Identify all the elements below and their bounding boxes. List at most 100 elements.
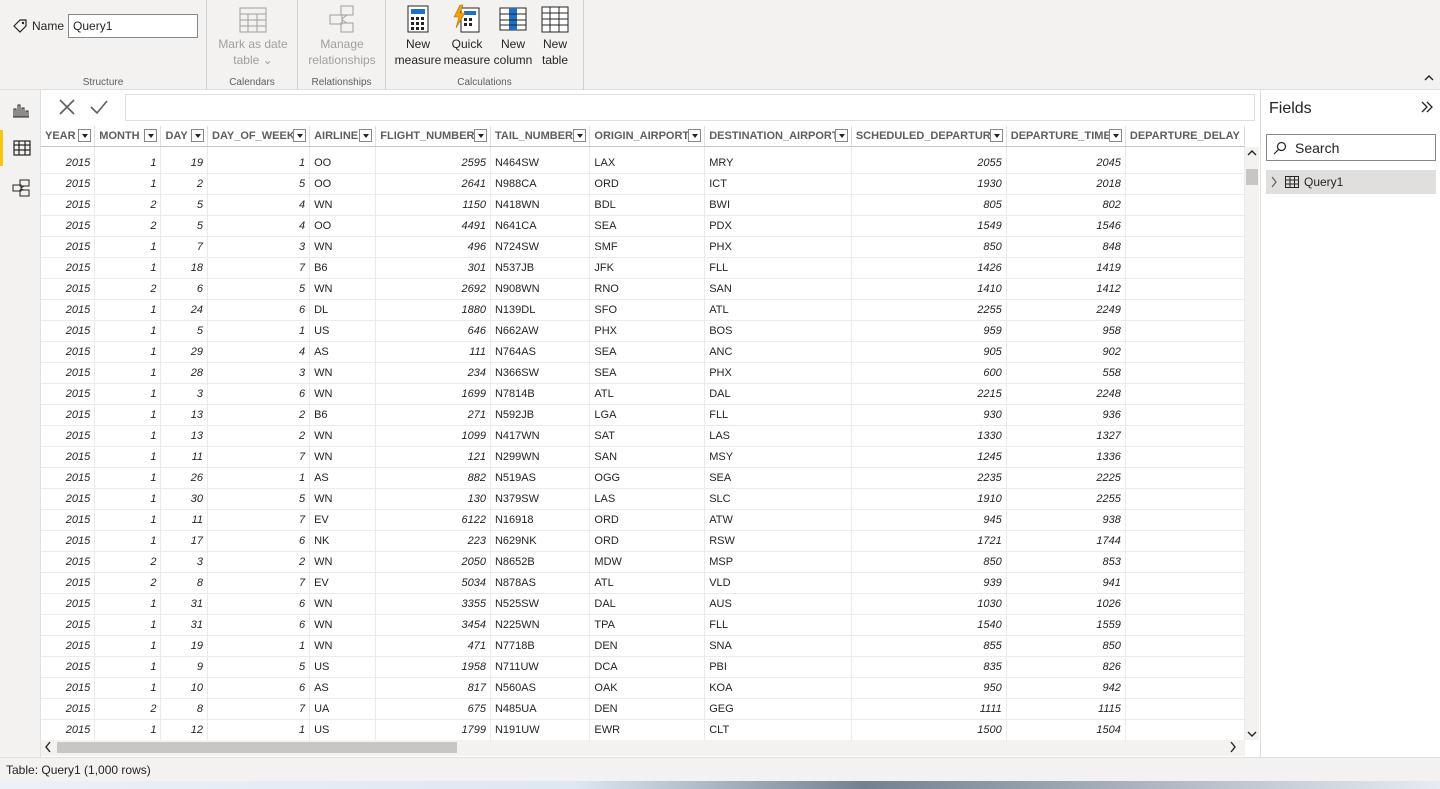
table-cell[interactable]: LAS (704, 425, 852, 447)
table-cell[interactable]: CLT (704, 719, 852, 740)
table-cell[interactable]: MRY (704, 146, 852, 174)
table-cell[interactable]: 3454 (375, 614, 491, 636)
table-cell[interactable]: 2055 (851, 146, 1007, 174)
table-cell[interactable]: 5 (160, 215, 209, 237)
table-cell[interactable]: 835 (851, 656, 1007, 678)
table-cell[interactable]: N191UW (490, 719, 591, 740)
table-cell[interactable]: LGA (589, 404, 706, 426)
table-cell[interactable] (1125, 593, 1245, 615)
fields-table-query1[interactable]: Query1 (1266, 170, 1436, 194)
column-header[interactable]: TAIL_NUMBER (490, 126, 591, 147)
table-cell[interactable]: PHX (589, 320, 706, 342)
table-cell[interactable]: FLL (704, 404, 852, 426)
table-cell[interactable] (1125, 551, 1245, 573)
table-cell[interactable]: SEA (704, 467, 852, 489)
table-cell[interactable]: OO (309, 215, 377, 237)
table-cell[interactable]: LAS (589, 488, 706, 510)
table-cell[interactable]: 1150 (375, 194, 491, 216)
table-cell[interactable]: 4491 (375, 215, 491, 237)
table-cell[interactable]: 2 (94, 572, 162, 594)
table-cell[interactable]: RSW (704, 530, 852, 552)
table-cell[interactable]: 2 (94, 278, 162, 300)
table-cell[interactable]: 26 (160, 467, 209, 489)
table-cell[interactable] (1125, 467, 1245, 489)
table-cell[interactable]: 600 (851, 362, 1007, 384)
table-cell[interactable]: 1 (94, 173, 162, 195)
table-cell[interactable] (1125, 194, 1245, 216)
table-cell[interactable]: 1 (94, 383, 162, 405)
table-cell[interactable]: 2018 (1006, 173, 1126, 195)
table-cell[interactable]: 1 (94, 320, 162, 342)
table-cell[interactable]: SFO (589, 299, 706, 321)
horizontal-scroll-thumb[interactable] (57, 742, 457, 753)
table-cell[interactable]: EV (309, 509, 377, 531)
table-cell[interactable]: PDX (704, 215, 852, 237)
table-cell[interactable]: 2 (94, 551, 162, 573)
table-cell[interactable]: 1540 (851, 614, 1007, 636)
table-cell[interactable]: 3 (207, 362, 311, 384)
table-cell[interactable]: 558 (1006, 362, 1126, 384)
table-cell[interactable]: DAL (704, 383, 852, 405)
table-cell[interactable]: 2692 (375, 278, 491, 300)
table-cell[interactable]: 7 (207, 698, 311, 720)
table-cell[interactable]: 1 (94, 530, 162, 552)
table-cell[interactable]: 5 (207, 488, 311, 510)
table-cell[interactable]: 13 (160, 404, 209, 426)
table-cell[interactable]: 2015 (41, 635, 96, 657)
table-cell[interactable] (1125, 257, 1245, 279)
table-cell[interactable]: 950 (851, 677, 1007, 699)
table-cell[interactable]: 2 (160, 173, 209, 195)
table-cell[interactable]: N366SW (490, 362, 591, 384)
table-cell[interactable]: 17 (160, 530, 209, 552)
table-cell[interactable]: 3355 (375, 593, 491, 615)
table-cell[interactable]: 1500 (851, 719, 1007, 740)
table-cell[interactable]: 5 (207, 278, 311, 300)
table-cell[interactable]: 471 (375, 635, 491, 657)
table-cell[interactable]: 4 (207, 215, 311, 237)
table-cell[interactable]: 2015 (41, 146, 96, 174)
table-cell[interactable]: SMF (589, 236, 706, 258)
table-cell[interactable]: 902 (1006, 341, 1126, 363)
table-cell[interactable] (1125, 614, 1245, 636)
table-cell[interactable]: 5 (160, 194, 209, 216)
table-cell[interactable]: 1 (207, 467, 311, 489)
column-filter-dropdown-icon[interactable] (78, 129, 92, 142)
table-cell[interactable]: 1 (207, 146, 311, 174)
table-cell[interactable]: 1111 (851, 698, 1007, 720)
table-cell[interactable]: OO (309, 146, 377, 174)
table-cell[interactable] (1125, 425, 1245, 447)
table-cell[interactable]: 817 (375, 677, 491, 699)
table-cell[interactable]: 2015 (41, 446, 96, 468)
table-cell[interactable]: FLL (704, 257, 852, 279)
new-measure-button[interactable]: New measure (394, 4, 442, 68)
table-cell[interactable]: 2045 (1006, 146, 1126, 174)
table-cell[interactable]: 1 (94, 257, 162, 279)
vertical-scrollbar[interactable] (1245, 147, 1259, 740)
table-cell[interactable]: N519AS (490, 467, 591, 489)
table-cell[interactable]: 28 (160, 362, 209, 384)
table-cell[interactable] (1125, 299, 1245, 321)
table-cell[interactable]: 19 (160, 146, 209, 174)
table-cell[interactable]: MSY (704, 446, 852, 468)
table-cell[interactable]: 2249 (1006, 299, 1126, 321)
table-cell[interactable]: 936 (1006, 404, 1126, 426)
table-cell[interactable]: PHX (704, 236, 852, 258)
table-cell[interactable]: N537JB (490, 257, 591, 279)
table-cell[interactable]: EWR (589, 719, 706, 740)
table-cell[interactable]: 4 (207, 194, 311, 216)
column-header[interactable]: DEPARTURE_TIME (1006, 126, 1126, 147)
chevron-right-icon[interactable] (1270, 176, 1278, 188)
table-cell[interactable]: ICT (704, 173, 852, 195)
table-cell[interactable]: 882 (375, 467, 491, 489)
table-cell[interactable]: N764AS (490, 341, 591, 363)
table-cell[interactable]: 2015 (41, 677, 96, 699)
table-cell[interactable]: SEA (589, 215, 706, 237)
table-cell[interactable]: 2015 (41, 467, 96, 489)
column-filter-dropdown-icon[interactable] (834, 129, 848, 142)
cancel-formula-icon[interactable] (57, 97, 77, 117)
table-cell[interactable]: 5034 (375, 572, 491, 594)
table-cell[interactable]: WN (309, 362, 377, 384)
table-cell[interactable]: 2 (207, 551, 311, 573)
column-filter-dropdown-icon[interactable] (473, 129, 487, 142)
table-cell[interactable]: 2015 (41, 698, 96, 720)
